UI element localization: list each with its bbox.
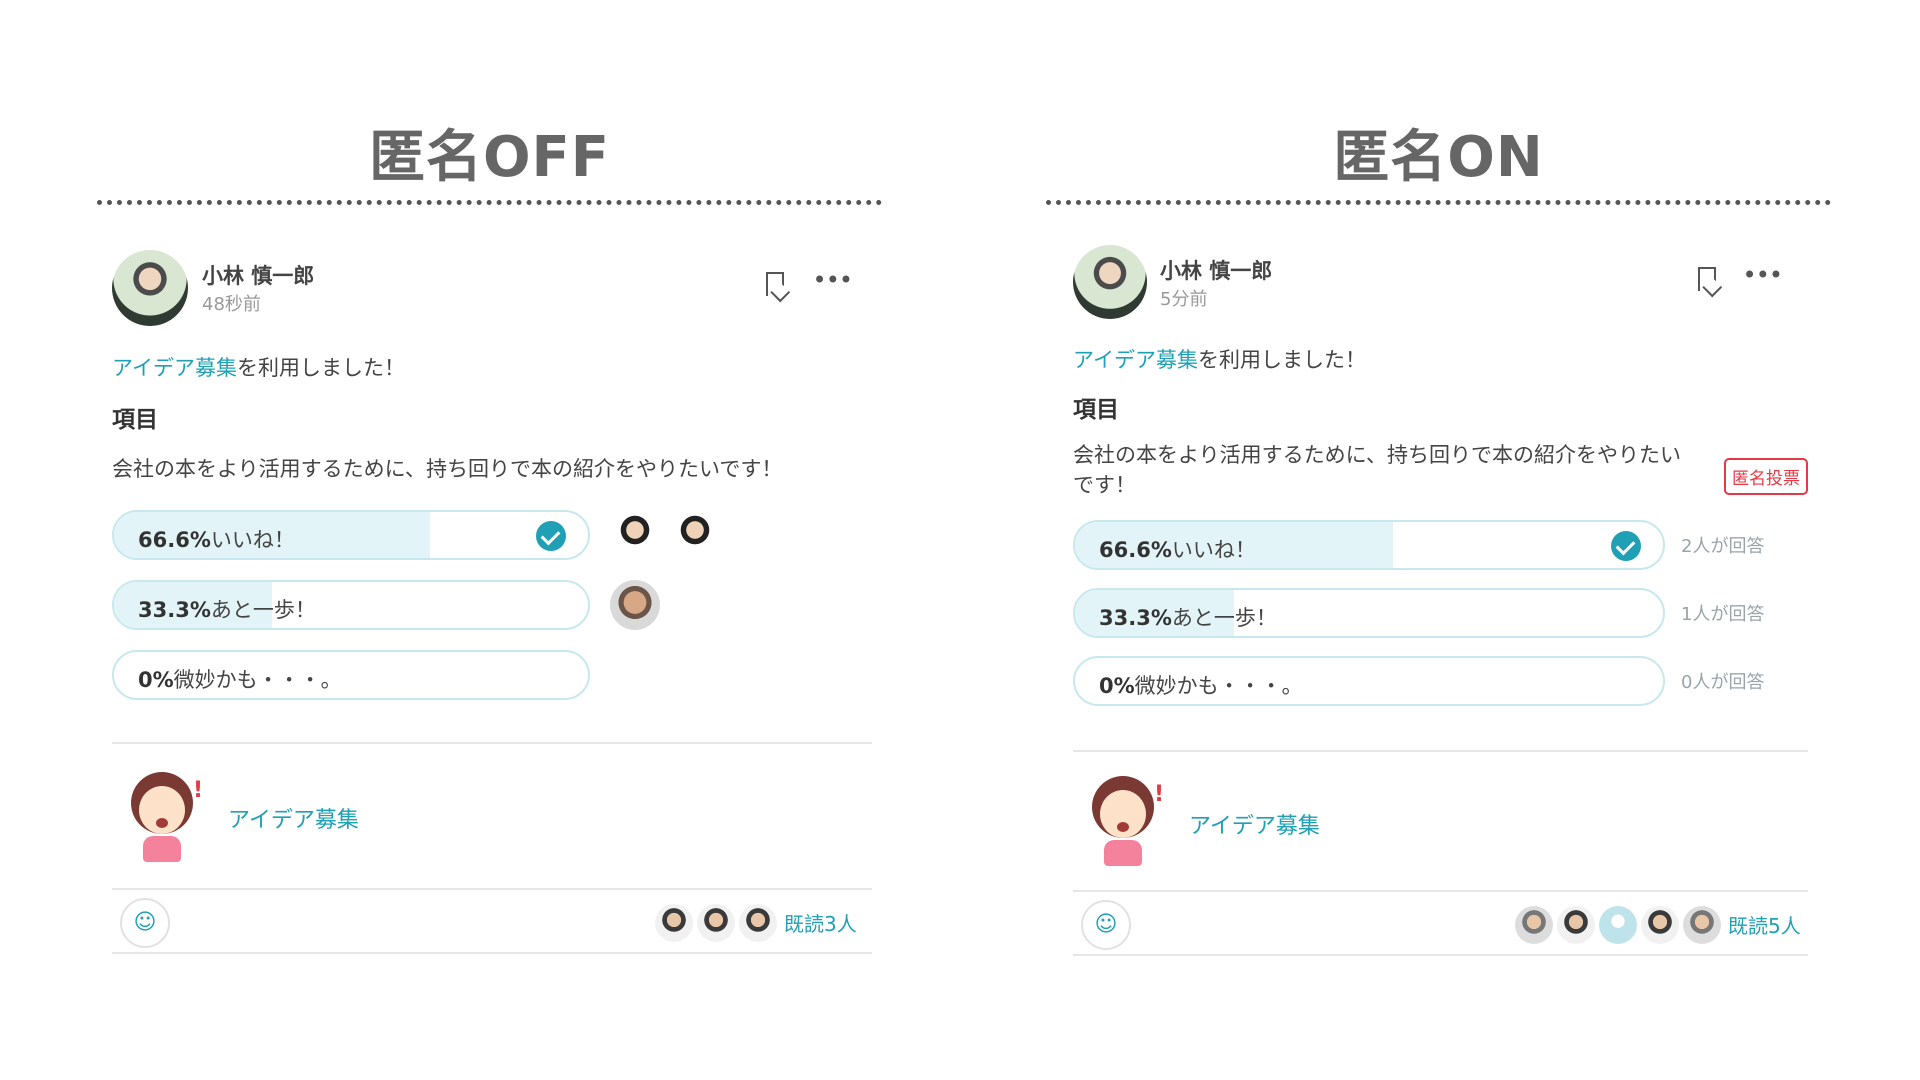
check-circle-icon: [1611, 531, 1641, 561]
idea-link[interactable]: アイデア募集: [112, 356, 237, 380]
answer-count: 0人が回答: [1681, 672, 1765, 693]
reader-avatar[interactable]: [1641, 906, 1679, 944]
option-label: あと一歩！: [210, 598, 316, 622]
used-feature-line: アイデア募集を利用しました！: [112, 352, 405, 382]
reader-avatar[interactable]: [655, 904, 693, 942]
option-label: いいね！: [210, 528, 295, 552]
option-percent: 33.3%: [1099, 606, 1172, 630]
post-time: 48秒前: [202, 294, 261, 315]
used-suffix: を利用しました！: [236, 356, 405, 380]
post-header: 小林 慎一郎 5分前 •••: [1073, 240, 1808, 324]
idea-link[interactable]: アイデア募集: [1073, 348, 1198, 372]
option-percent: 0%: [138, 668, 174, 692]
divider: [1073, 750, 1808, 752]
author-avatar[interactable]: [1073, 245, 1147, 319]
reader-avatar[interactable]: [739, 904, 777, 942]
divider: [112, 952, 872, 954]
option-label: 微妙かも・・・。: [173, 668, 342, 692]
option-label: 微妙かも・・・。: [1134, 674, 1303, 698]
post-card: 小林 慎一郎 48秒前 ••• アイデア募集を利用しました！ 項目 会社の本をよ…: [112, 240, 872, 954]
idea-feature-link[interactable]: アイデア募集: [228, 802, 359, 834]
post-header: 小林 慎一郎 48秒前 •••: [112, 240, 872, 326]
idea-mascot-icon: !: [127, 772, 203, 864]
poll-option[interactable]: 33.3%あと一歩！: [112, 580, 590, 630]
reader-avatar[interactable]: [1683, 906, 1721, 944]
reader-avatar[interactable]: [697, 904, 735, 942]
reader-avatar[interactable]: [1599, 906, 1637, 944]
voter-avatar[interactable]: [610, 510, 660, 560]
anonymous-vote-badge: 匿名投票: [1724, 458, 1808, 495]
poll-option[interactable]: 66.6%いいね！: [1073, 520, 1665, 570]
option-label: いいね！: [1171, 538, 1256, 562]
author-name[interactable]: 小林 慎一郎: [1160, 255, 1272, 285]
option-percent: 66.6%: [1099, 538, 1172, 562]
option-percent: 66.6%: [138, 528, 211, 552]
poll-option[interactable]: 0%微妙かも・・・。: [112, 650, 590, 700]
post-time: 5分前: [1160, 289, 1208, 310]
option-percent: 33.3%: [138, 598, 211, 622]
panel-title: 匿名OFF: [368, 125, 611, 190]
bookmark-icon[interactable]: [1698, 267, 1716, 291]
dotted-divider: [1046, 200, 1831, 205]
voter-avatar[interactable]: [670, 510, 720, 560]
poll-option[interactable]: 33.3%あと一歩！: [1073, 588, 1665, 638]
used-suffix: を利用しました！: [1197, 348, 1366, 372]
reader-avatar[interactable]: [1557, 906, 1595, 944]
divider: [1073, 890, 1808, 892]
dotted-divider: [97, 200, 882, 205]
section-label: 項目: [1073, 397, 1119, 423]
bookmark-icon[interactable]: [766, 272, 784, 296]
divider: [112, 888, 872, 890]
option-label: あと一歩！: [1171, 606, 1277, 630]
divider: [1073, 954, 1808, 956]
answer-count: 1人が回答: [1681, 604, 1765, 625]
option-percent: 0%: [1099, 674, 1135, 698]
more-icon[interactable]: •••: [1743, 261, 1783, 289]
idea-mascot-icon: !: [1088, 776, 1164, 868]
poll-question: 会社の本をより活用するために、持ち回りで本の紹介をやりたいです！: [1073, 443, 1681, 497]
panel-title: 匿名ON: [1333, 125, 1544, 190]
add-reaction-icon[interactable]: ☺: [1081, 900, 1131, 950]
add-reaction-icon[interactable]: ☺: [120, 898, 170, 948]
read-count[interactable]: 既読5人: [1728, 910, 1801, 939]
voter-avatar[interactable]: [610, 580, 660, 630]
idea-feature-link[interactable]: アイデア募集: [1189, 808, 1320, 840]
poll-option[interactable]: 0%微妙かも・・・。: [1073, 656, 1665, 706]
section-label: 項目: [112, 407, 158, 433]
more-icon[interactable]: •••: [813, 266, 853, 294]
poll-question: 会社の本をより活用するために、持ち回りで本の紹介をやりたいです！: [112, 457, 783, 481]
reader-avatar[interactable]: [1515, 906, 1553, 944]
read-count[interactable]: 既読3人: [784, 908, 857, 937]
post-card: 小林 慎一郎 5分前 ••• アイデア募集を利用しました！ 項目 会社の本をより…: [1073, 240, 1808, 956]
divider: [112, 742, 872, 744]
used-feature-line: アイデア募集を利用しました！: [1073, 344, 1366, 374]
answer-count: 2人が回答: [1681, 536, 1765, 557]
author-avatar[interactable]: [112, 250, 188, 326]
check-circle-icon: [536, 521, 566, 551]
author-name[interactable]: 小林 慎一郎: [202, 260, 314, 290]
poll-option[interactable]: 66.6%いいね！: [112, 510, 590, 560]
